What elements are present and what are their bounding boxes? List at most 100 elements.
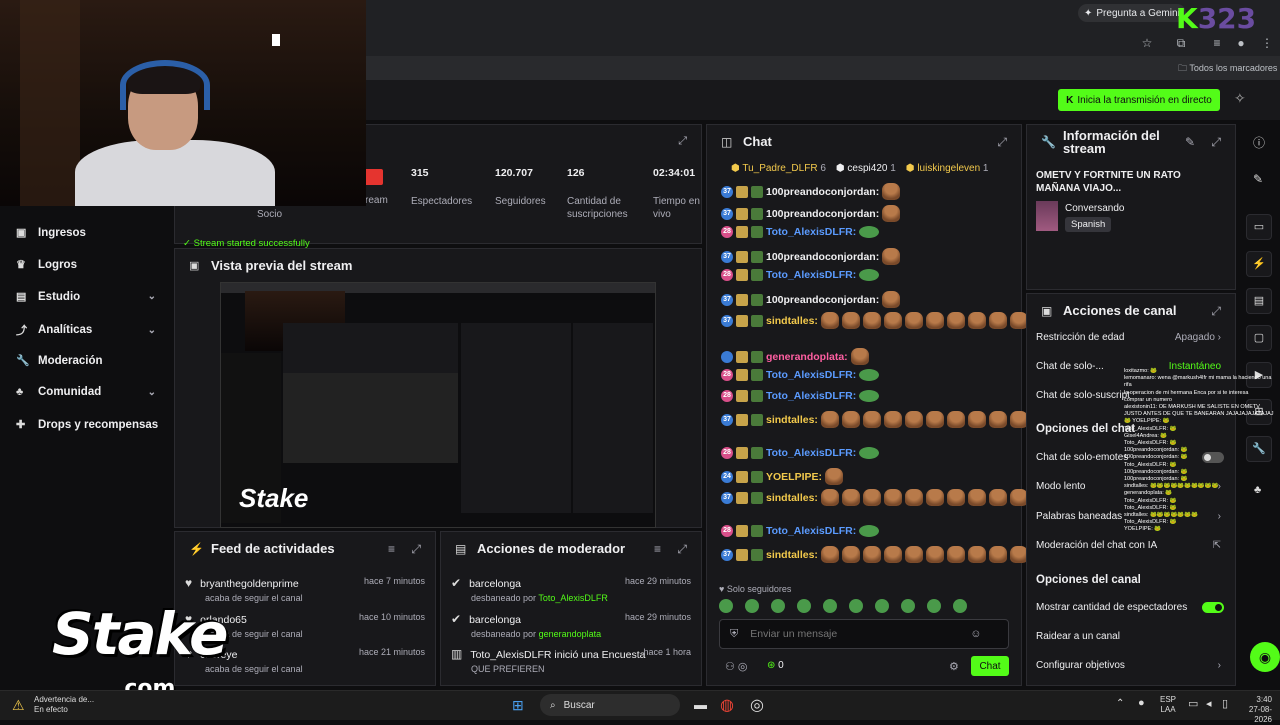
chat-message[interactable]: 37 100preandoconjordan:	[721, 205, 901, 222]
chat-username[interactable]: sindtalles:	[766, 549, 818, 561]
expand-icon[interactable]: ⤢	[678, 135, 687, 148]
users-icon[interactable]: ⚇ ◎	[725, 660, 748, 673]
settings-gear-icon[interactable]: ⚙	[949, 660, 959, 673]
goals-label[interactable]: Configurar objetivos	[1036, 660, 1125, 671]
filter-icon[interactable]: ≡	[654, 542, 661, 556]
category-name[interactable]: Conversando	[1065, 203, 1124, 214]
emoji-icon[interactable]: ☺	[970, 628, 981, 640]
edit-icon[interactable]: ✎	[1253, 172, 1263, 186]
taskbar-search[interactable]: ⌕ Buscar	[540, 694, 680, 716]
chat-message[interactable]: 28 Toto_AlexisDLFR:	[721, 525, 880, 537]
chat-username[interactable]: sindtalles:	[766, 492, 818, 504]
chat-message[interactable]: 28 Toto_AlexisDLFR:	[721, 447, 880, 459]
chat-message[interactable]: 37 sindtalles:	[721, 411, 1028, 428]
app-icon[interactable]: ◎	[750, 695, 764, 715]
raid-label[interactable]: Raidear a un canal	[1036, 631, 1120, 642]
nav-ingresos[interactable]: ▣ Ingresos	[16, 226, 156, 240]
chat-username[interactable]: YOELPIPE:	[766, 471, 822, 483]
help-button[interactable]: ◉	[1250, 642, 1280, 672]
gemini-button[interactable]: ✦ Pregunta a Gemini	[1078, 4, 1186, 22]
chat-username[interactable]: generandoplata:	[766, 351, 848, 363]
chat-message[interactable]: 28 Toto_AlexisDLFR:	[721, 369, 880, 381]
nav-estudio[interactable]: ▤ Estudio ⌄	[16, 290, 156, 304]
lightning-icon[interactable]: ⚡	[1246, 251, 1272, 277]
chat-message[interactable]: 37 100preandoconjordan:	[721, 183, 901, 200]
network-icon[interactable]: ▭	[1188, 697, 1198, 710]
profile-icon[interactable]: ●	[1234, 36, 1248, 50]
nav-drops[interactable]: ✚ Drops y recompensas	[16, 418, 176, 432]
chat-message[interactable]: 28 Toto_AlexisDLFR:	[721, 390, 880, 402]
emote-picker-item[interactable]	[771, 599, 785, 613]
emote-picker-item[interactable]	[797, 599, 811, 613]
layout-icon[interactable]: ▭	[1246, 214, 1272, 240]
expand-icon[interactable]: ⤢	[997, 135, 1007, 150]
menu-icon[interactable]: ⋮	[1260, 36, 1274, 50]
language-indicator[interactable]: ESP LAA	[1160, 695, 1176, 715]
chat-message[interactable]: 37 100preandoconjordan:	[721, 291, 901, 308]
chat-username[interactable]: sindtalles:	[766, 315, 818, 327]
windows-start-icon[interactable]: ⊞	[512, 697, 524, 714]
all-bookmarks[interactable]: 🗀 Todos los marcadores	[1178, 61, 1277, 77]
chat-username[interactable]: 100preandoconjordan:	[766, 186, 879, 198]
tab-manager-icon[interactable]: ≡	[1210, 36, 1224, 50]
chrome-icon[interactable]: ◍	[720, 695, 734, 715]
chat-icon[interactable]: ▢	[1246, 325, 1272, 351]
expand-icon[interactable]: ⤢	[411, 542, 421, 557]
chat-message-field[interactable]	[750, 628, 971, 640]
chat-message[interactable]: generandoplata:	[721, 348, 869, 365]
info-icon[interactable]: ⓘ	[1253, 134, 1265, 151]
chat-username[interactable]: Toto_AlexisDLFR:	[766, 269, 856, 281]
user-avatar-icon[interactable]: ✧	[1234, 90, 1246, 107]
chat-message[interactable]: 37 100preandoconjordan:	[721, 248, 901, 265]
age-restriction-value[interactable]: Apagado ›	[1175, 332, 1221, 343]
mic-icon[interactable]: ●	[1138, 697, 1145, 709]
chat-input[interactable]: ⛨ ☺	[719, 619, 1009, 649]
expand-icon[interactable]: ⤢	[1211, 304, 1221, 319]
send-chat-button[interactable]: Chat	[971, 656, 1009, 676]
nav-analiticas[interactable]: ⤴ Analíticas ⌄	[16, 322, 156, 338]
chat-username[interactable]: Toto_AlexisDLFR:	[766, 226, 856, 238]
chat-username[interactable]: Toto_AlexisDLFR:	[766, 390, 856, 402]
chat-username[interactable]: 100preandoconjordan:	[766, 208, 879, 220]
chat-message[interactable]: 28 Toto_AlexisDLFR:	[721, 226, 880, 238]
chat-username[interactable]: sindtalles:	[766, 414, 818, 426]
emote-picker-item[interactable]	[719, 599, 733, 613]
nav-logros[interactable]: ♛ Logros	[16, 258, 156, 272]
top-gifter[interactable]: ⬢ Tu_Padre_DLFR 6	[731, 163, 826, 174]
nav-comunidad[interactable]: ♣ Comunidad ⌄	[16, 386, 156, 398]
top-gifter[interactable]: ⬢ luiskingeleven 1	[906, 163, 989, 174]
expand-icon[interactable]: ⤢	[677, 542, 687, 557]
chat-username[interactable]: 100preandoconjordan:	[766, 251, 879, 263]
emote-picker-item[interactable]	[927, 599, 941, 613]
list-icon[interactable]: ▤	[1246, 288, 1272, 314]
chat-message[interactable]: 28 Toto_AlexisDLFR:	[721, 269, 880, 281]
volume-icon[interactable]: ◂	[1206, 697, 1212, 710]
chevron-right-icon[interactable]: ›	[1218, 660, 1221, 671]
extensions-icon[interactable]: ⧉	[1174, 36, 1188, 50]
chat-message[interactable]: 37 sindtalles:	[721, 489, 1028, 506]
nav-moderacion[interactable]: 🔧 Moderación	[16, 354, 156, 368]
emote-picker-item[interactable]	[901, 599, 915, 613]
chat-message[interactable]: 24 YOELPIPE:	[721, 468, 844, 485]
emote-picker-item[interactable]	[823, 599, 837, 613]
chat-username[interactable]: Toto_AlexisDLFR:	[766, 525, 856, 537]
file-explorer-icon[interactable]: ▬	[694, 697, 707, 712]
warning-widget[interactable]: Advertencia de... En efecto	[34, 695, 94, 715]
stream-preview-video[interactable]: Stake	[220, 282, 656, 528]
start-stream-button[interactable]: K Inicia la transmisión en directo	[1058, 89, 1220, 111]
edit-icon[interactable]: ✎	[1185, 135, 1195, 149]
emote-picker-item[interactable]	[953, 599, 967, 613]
filter-icon[interactable]: ≡	[388, 542, 395, 556]
battery-icon[interactable]: ▯	[1222, 697, 1228, 710]
bookmark-star-icon[interactable]: ☆	[1140, 36, 1154, 50]
chat-username[interactable]: Toto_AlexisDLFR:	[766, 447, 856, 459]
expand-icon[interactable]: ⤢	[1211, 135, 1221, 150]
chat-username[interactable]: Toto_AlexisDLFR:	[766, 369, 856, 381]
chevron-up-icon[interactable]: ⌃	[1116, 698, 1124, 709]
emote-picker-item[interactable]	[875, 599, 889, 613]
top-gifter[interactable]: ⬢ cespi420 1	[836, 163, 896, 174]
clock[interactable]: 3:40 27-08-2026	[1234, 695, 1272, 725]
warning-icon[interactable]: ⚠	[12, 697, 25, 714]
emote-picker-item[interactable]	[849, 599, 863, 613]
emote-picker-item[interactable]	[745, 599, 759, 613]
